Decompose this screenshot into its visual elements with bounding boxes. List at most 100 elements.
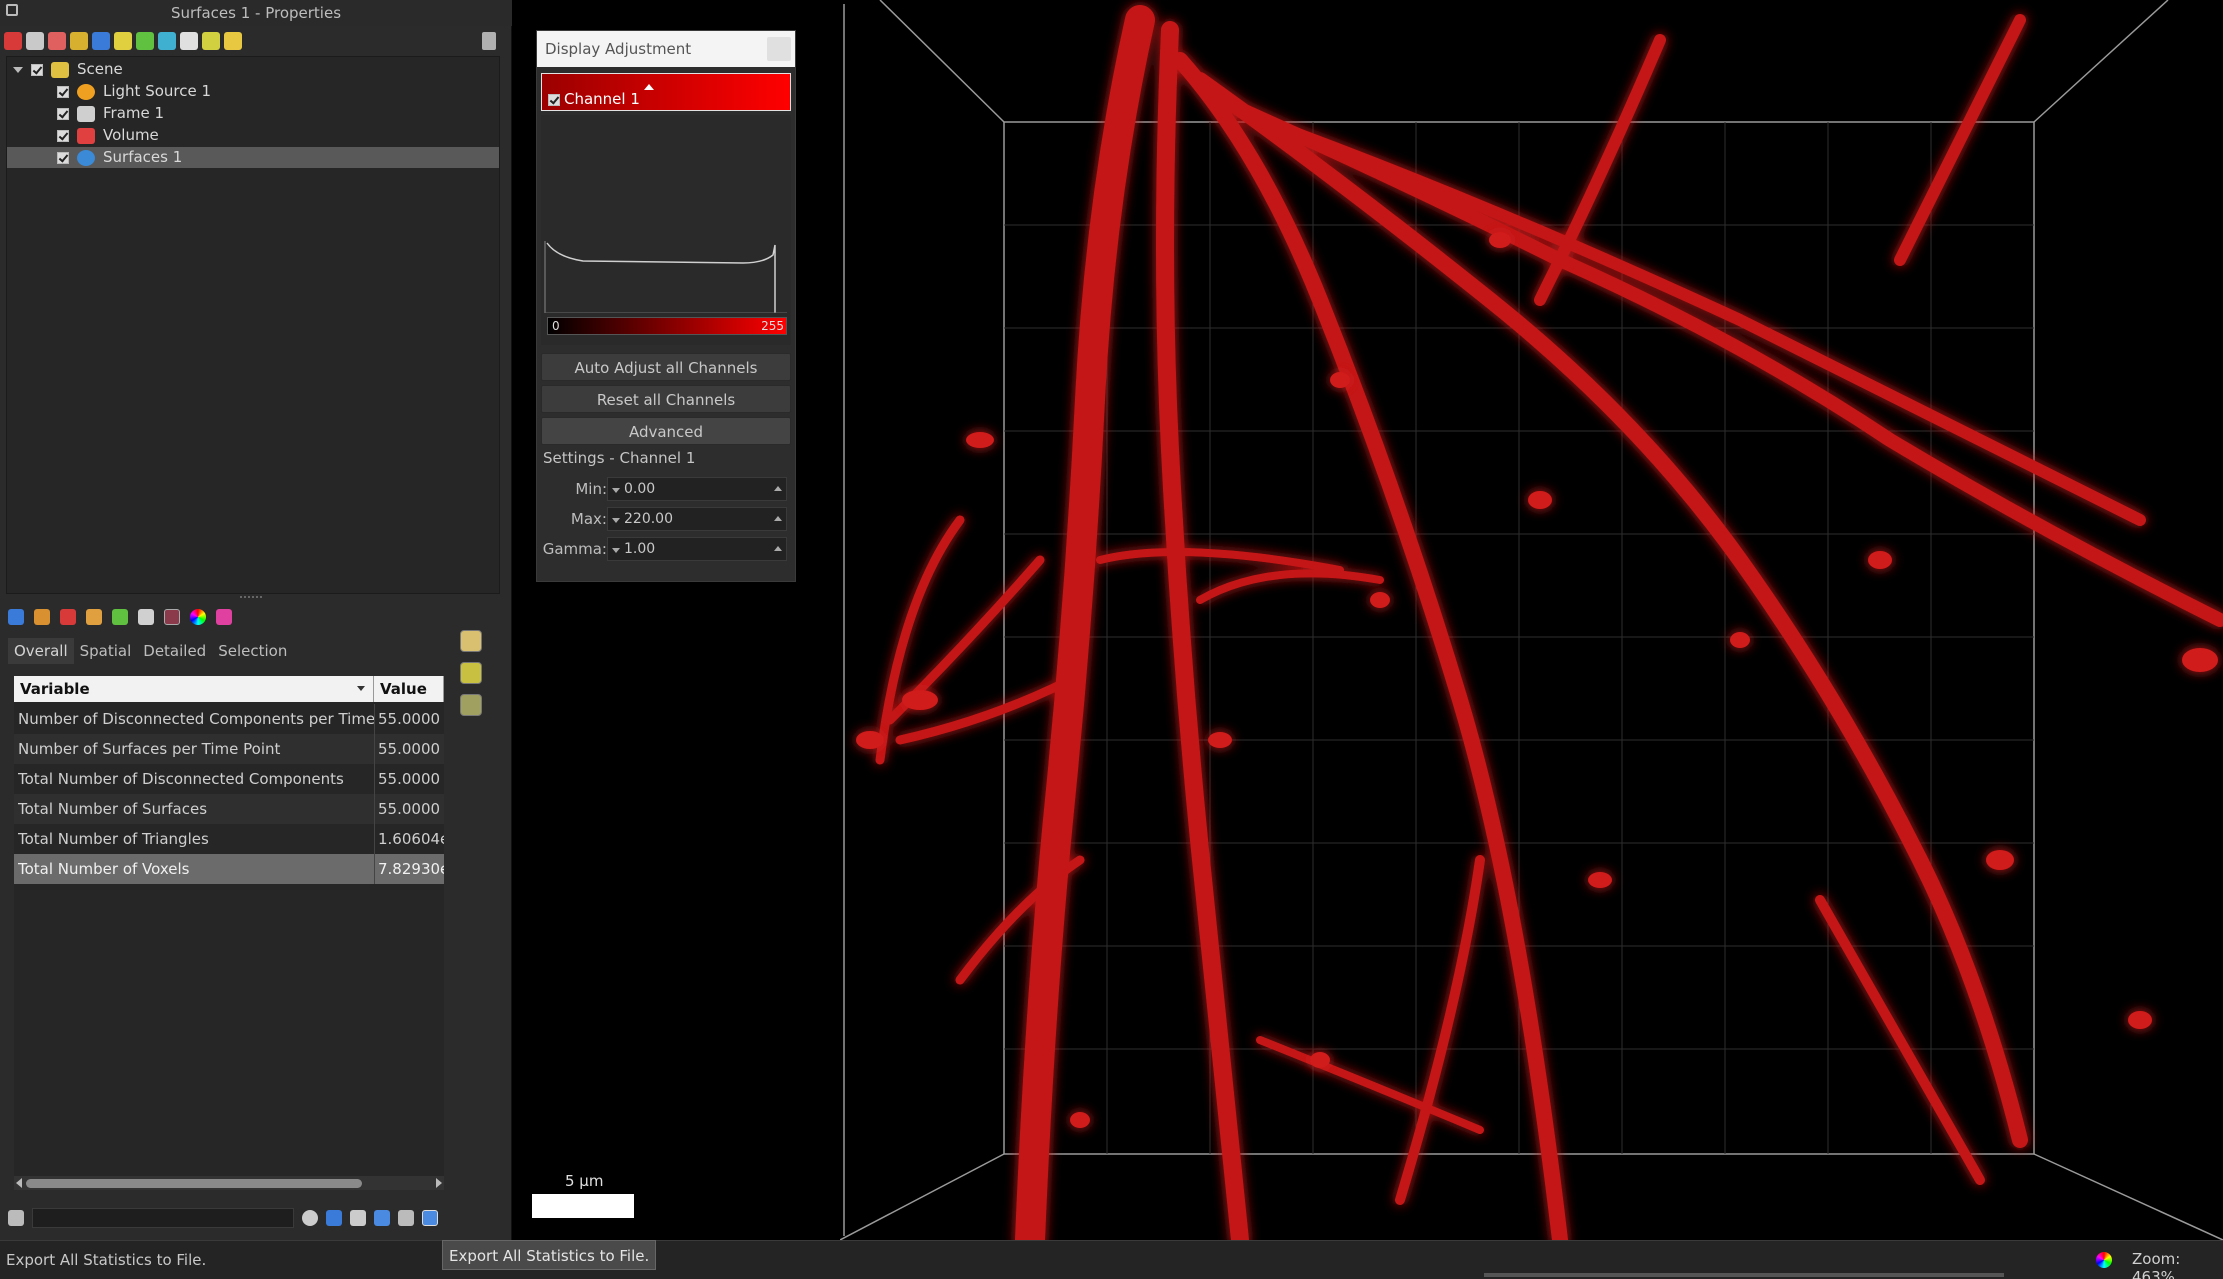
cell-value: 55.0000 [378,740,441,758]
channel-expand-icon[interactable] [644,84,654,90]
tab-spatial[interactable]: Spatial [74,638,138,664]
visibility-checkbox[interactable] [57,85,69,98]
progress-track [1484,1273,2004,1277]
add-clipping-plane-icon[interactable] [136,32,154,50]
gamma-spinbox[interactable]: 1.00 [607,537,787,561]
decrement-icon[interactable] [612,548,620,553]
tooltip: Export All Statistics to File. [442,1240,657,1270]
add-measurement-icon[interactable] [158,32,176,50]
camera-icon[interactable] [460,694,482,716]
tab-overall[interactable]: Overall [8,638,74,664]
visibility-checkbox[interactable] [57,129,69,142]
collapse-arrow-icon[interactable] [13,66,23,73]
min-spinbox[interactable]: 0.00 [607,477,787,501]
gamma-label: Gamma: [542,540,607,558]
add-surfaces-icon[interactable] [92,32,110,50]
increment-icon[interactable] [774,486,782,491]
min-value: 0.00 [624,481,656,497]
search-icon[interactable] [302,1210,318,1226]
settings-icon[interactable] [216,609,232,625]
export-icon[interactable] [398,1210,414,1226]
properties-panel: Surfaces 1 - Properties Scene Light Sour… [0,0,512,1240]
pencil-icon[interactable] [60,609,76,625]
table-row[interactable]: Total Number of Triangles 1.60604e5 [14,824,444,854]
reset-channels-button[interactable]: Reset all Channels [541,385,791,413]
range-slider[interactable]: 0 255 [547,317,787,335]
edit-tool-icon[interactable] [34,609,50,625]
decrement-icon[interactable] [612,518,620,523]
increment-icon[interactable] [774,516,782,521]
highlight-icon[interactable] [326,1210,342,1226]
visibility-checkbox[interactable] [57,107,69,120]
trash-icon[interactable] [482,32,496,50]
3d-viewer[interactable] [840,0,2223,1240]
statistics-filter-input[interactable] [32,1208,294,1228]
filter-icon[interactable] [138,609,154,625]
decrement-icon[interactable] [612,488,620,493]
export-all-icon[interactable] [422,1210,438,1226]
increment-icon[interactable] [774,546,782,551]
surfaces-icon [77,149,95,166]
scrollbar-thumb[interactable] [26,1179,362,1188]
color-icon[interactable] [112,609,128,625]
channel-checkbox[interactable] [548,94,560,106]
table-row[interactable]: Number of Surfaces per Time Point 55.000… [14,734,444,764]
navigate-icon[interactable] [460,662,482,684]
add-reference-frame-icon[interactable] [180,32,198,50]
table-row-selected[interactable]: Total Number of Voxels 7.82930e4 [14,854,444,884]
tab-detailed[interactable]: Detailed [137,638,212,664]
column-header-value[interactable]: Value [374,676,444,702]
tools-icon[interactable] [8,1210,24,1226]
tree-item-label: Volume [103,126,159,144]
column-header-variable[interactable]: Variable [14,676,374,702]
visibility-checkbox[interactable] [31,63,43,76]
add-group-icon[interactable] [202,32,220,50]
statistics-table: Variable Value Number of Disconnected Co… [14,676,444,1186]
add-cells-icon[interactable] [114,32,132,50]
tab-selection[interactable]: Selection [212,638,293,664]
display-adjustment-title[interactable]: Display Adjustment [537,31,795,67]
tree-item-frame[interactable]: Frame 1 [57,103,487,124]
tree-item-light-source[interactable]: Light Source 1 [57,81,487,102]
folder-icon [51,61,69,78]
max-value: 220.00 [624,511,673,527]
visibility-checkbox[interactable] [57,151,69,164]
sun-icon [77,83,95,100]
color-wheel-icon[interactable] [2096,1252,2112,1268]
column-header-label: Variable [20,680,90,698]
zoom-level: Zoom: 463% [2132,1250,2181,1279]
save-icon[interactable] [374,1210,390,1226]
select-icon[interactable] [460,630,482,652]
add-spots-icon[interactable] [48,32,66,50]
new-folder-icon[interactable] [224,32,242,50]
add-volume-icon[interactable] [4,32,22,50]
window-menu-icon[interactable] [6,4,18,16]
auto-adjust-button[interactable]: Auto Adjust all Channels [541,353,791,381]
max-spinbox[interactable]: 220.00 [607,507,787,531]
panel-splitter[interactable] [240,596,262,600]
horizontal-scrollbar[interactable] [14,1176,444,1190]
tree-item-label: Frame 1 [103,104,165,122]
table-row[interactable]: Total Number of Surfaces 55.0000 [14,794,444,824]
tree-item-volume[interactable]: Volume [57,125,487,146]
table-row[interactable]: Number of Disconnected Components per Ti… [14,704,444,734]
advanced-button[interactable]: Advanced [541,417,791,445]
channel-color-bar[interactable]: Channel 1 [541,73,791,111]
tree-item-surfaces[interactable]: Surfaces 1 [7,147,499,168]
algorithm-icon[interactable] [8,609,24,625]
add-filaments-icon[interactable] [70,32,88,50]
lock-icon[interactable] [350,1210,366,1226]
statistics-icon[interactable] [164,609,180,625]
min-label: Min: [575,480,607,498]
color-wheel-icon[interactable] [190,609,206,625]
cell-variable: Total Number of Disconnected Components [18,770,344,788]
window-title: Surfaces 1 - Properties [170,4,342,22]
add-frame-icon[interactable] [26,32,44,50]
table-row[interactable]: Total Number of Disconnected Components … [14,764,444,794]
scroll-right-icon[interactable] [436,1178,442,1188]
close-icon[interactable] [767,37,791,61]
scroll-left-icon[interactable] [16,1178,22,1188]
brush-icon[interactable] [86,609,102,625]
tree-item-scene[interactable]: Scene [13,59,493,80]
scene-tree: Scene Light Source 1 Frame 1 Volume Surf… [6,56,500,594]
